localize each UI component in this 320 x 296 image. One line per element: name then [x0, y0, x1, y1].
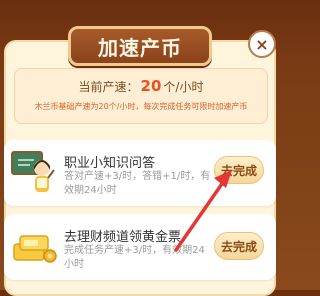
task-desc: 答对产速+3/时，答错+1/时，有效期24小时 — [64, 171, 211, 196]
task-desc: 完成任务产速+3/时，有效期24小时 — [64, 245, 205, 270]
teacher-avatar-icon — [10, 148, 58, 196]
close-button[interactable]: × — [248, 30, 276, 58]
go-complete-button-quiz[interactable]: 去完成 — [214, 156, 264, 184]
rate-info-box: 当前产速： 20 个/小时 木兰币基础产速为20个/小时，每次完成任务可限时加速产币 — [14, 68, 268, 124]
gold-ticket-icon — [10, 222, 58, 270]
current-rate-line: 当前产速： 20 个/小时 — [15, 77, 267, 95]
rate-unit: 个/小时 — [163, 80, 204, 94]
go-complete-button-finance[interactable]: 去完成 — [214, 232, 264, 260]
task-card-quiz: 职业小知识问答 答对产速+3/时，答错+1/时，有效期24小时 去完成 — [4, 140, 276, 206]
rate-prefix: 当前产速： — [78, 80, 139, 94]
modal-title-tab: 加速产币 — [68, 26, 212, 66]
task-card-finance: 去理财频道领黄金票 完成任务产速+3/时，有效期24小时 去完成 — [4, 214, 276, 280]
close-icon: × — [255, 34, 269, 54]
task-title: 去理财频道领黄金票 — [64, 230, 182, 245]
task-title: 职业小知识问答 — [64, 156, 156, 171]
rate-note: 木兰币基础产速为20个/小时，每次完成任务可限时加速产币 — [34, 102, 248, 111]
rate-value: 20 — [140, 77, 162, 95]
modal-title: 加速产币 — [98, 35, 182, 60]
